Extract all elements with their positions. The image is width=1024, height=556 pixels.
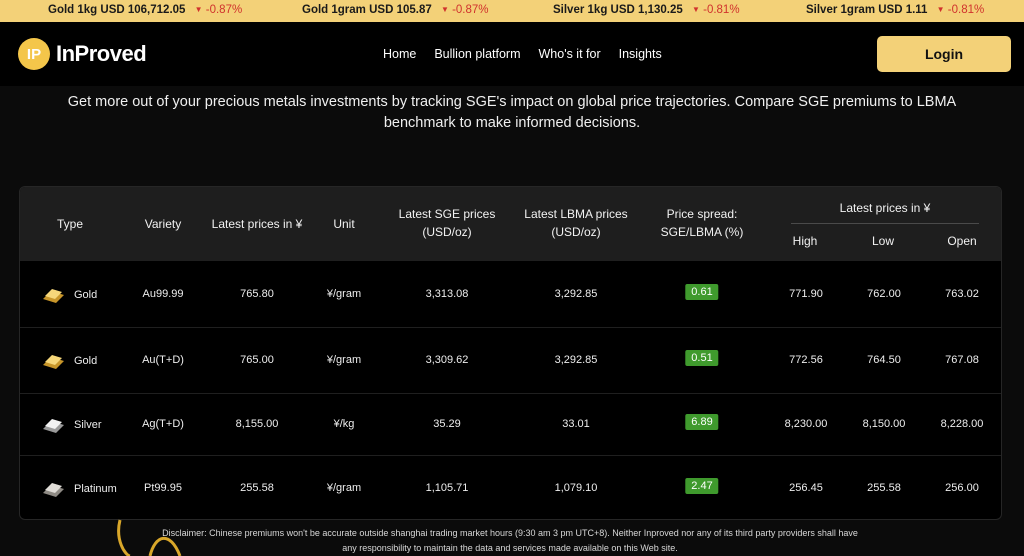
- cell-open: 256.00: [945, 482, 979, 494]
- cell-open: 763.02: [945, 288, 979, 300]
- table-row: Gold Au99.99 765.80 ¥/gram 3,313.08 3,292.85 7…: [20, 260, 1001, 327]
- cell-variety: Pt99.95: [144, 482, 182, 494]
- intro-text: Get more out of your precious metals inv…: [67, 94, 957, 131]
- header-latest-group: Latest prices in ¥: [839, 201, 931, 215]
- cell-variety: Au99.99: [142, 288, 184, 300]
- brand-name: InProved: [56, 41, 147, 66]
- disclaimer-text: Disclaimer: Chinese premiums won't be ac…: [162, 528, 858, 553]
- table-row: Silver Ag(T+D) 8,155.00 ¥/kg 35.29 33.01 8,230…: [20, 393, 1001, 455]
- cell-latest: 765.00: [240, 354, 274, 366]
- cell-open: 767.08: [945, 354, 979, 366]
- cell-low: 764.50: [867, 354, 901, 366]
- ticker-item: Gold 1gram USD 105.87 ▼ -0.87%: [302, 4, 489, 16]
- nav-home[interactable]: Home: [383, 47, 416, 61]
- spread-badge: 0.61: [685, 284, 719, 300]
- type-cell: Platinum: [40, 479, 117, 499]
- platinum-bar-icon: [43, 483, 64, 497]
- cell-sge: 3,313.08: [425, 288, 469, 300]
- cell-lbma: 3,292.85: [554, 354, 598, 366]
- gold-bar-icon: [43, 289, 64, 303]
- cell-low: 255.58: [867, 482, 901, 494]
- price-ticker: Gold 1kg USD 106,712.05 ▼ -0.87% Gold 1g…: [0, 0, 1024, 22]
- cell-unit: ¥/gram: [326, 354, 362, 366]
- metal-type: Silver: [74, 419, 102, 431]
- metal-type: Gold: [74, 355, 98, 367]
- cell-variety: Au(T+D): [142, 354, 184, 366]
- spread-cell: 2.47: [685, 478, 719, 494]
- cell-lbma: 1,079.10: [554, 482, 598, 494]
- spread-badge: 2.47: [685, 478, 719, 494]
- cell-lbma: 33.01: [562, 418, 590, 430]
- cell-latest: 255.58: [240, 482, 274, 494]
- cell-high: 772.56: [789, 354, 823, 366]
- header-low: Low: [871, 234, 894, 248]
- cell-low: 762.00: [867, 288, 901, 300]
- main-nav: Home Bullion platform Who's it for Insig…: [383, 47, 680, 61]
- cell-sge: 3,309.62: [425, 354, 469, 366]
- header-sge: Latest SGE prices (USD/oz): [398, 207, 496, 239]
- cell-latest: 765.80: [240, 288, 274, 300]
- spread-cell: 0.51: [685, 350, 719, 366]
- header-open: Open: [947, 234, 977, 248]
- header-high: High: [792, 234, 818, 248]
- table-row: Gold Au(T+D) 765.00 ¥/gram 3,309.62 3,292.85 7…: [20, 327, 1001, 393]
- table-header: Type Variety Latest prices in ¥ Unit Lat…: [20, 187, 1001, 261]
- brand-logo[interactable]: IP InProved: [18, 38, 147, 70]
- cell-high: 256.45: [789, 482, 823, 494]
- prices-table: Type Variety Latest prices in ¥ Unit Lat…: [19, 186, 1002, 520]
- type-cell: Silver: [40, 415, 102, 435]
- spread-cell: 6.89: [685, 414, 719, 430]
- spread-badge: 6.89: [685, 414, 719, 430]
- type-cell: Gold: [40, 351, 97, 371]
- ticker-item: Silver 1gram USD 1.11 ▼ -0.81%: [806, 4, 985, 16]
- silver-bar-icon: [43, 419, 64, 433]
- site-header: IP InProved Home Bullion platform Who's …: [0, 22, 1024, 86]
- down-arrow-icon: ▼: [691, 5, 700, 14]
- ticker-item: Gold 1kg USD 106,712.05 ▼ -0.87%: [48, 4, 243, 16]
- cell-unit: ¥/kg: [333, 418, 355, 430]
- cell-open: 8,228.00: [940, 418, 984, 430]
- header-variety: Variety: [144, 217, 182, 231]
- header-spread: Price spread: SGE/LBMA (%): [660, 207, 744, 239]
- header-lbma: Latest LBMA prices (USD/oz): [524, 207, 628, 239]
- cell-unit: ¥/gram: [326, 482, 362, 494]
- nav-insights[interactable]: Insights: [619, 47, 662, 61]
- cell-latest: 8,155.00: [235, 418, 279, 430]
- cell-sge: 35.29: [433, 418, 461, 430]
- cell-high: 771.90: [789, 288, 823, 300]
- type-cell: Gold: [40, 285, 97, 305]
- cell-sge: 1,105.71: [425, 482, 469, 494]
- logo-mark-icon: IP: [18, 38, 50, 70]
- cell-unit: ¥/gram: [326, 288, 362, 300]
- down-arrow-icon: ▼: [440, 5, 449, 14]
- down-arrow-icon: ▼: [194, 5, 203, 14]
- metal-type: Platinum: [74, 483, 117, 495]
- login-button[interactable]: Login: [877, 36, 1011, 72]
- header-type: Type: [56, 217, 83, 231]
- cell-variety: Ag(T+D): [142, 418, 184, 430]
- header-unit: Unit: [333, 217, 355, 231]
- down-arrow-icon: ▼: [936, 5, 945, 14]
- ticker-item: Silver 1kg USD 1,130.25 ▼ -0.81%: [553, 4, 740, 16]
- header-latest-cny: Latest prices in ¥: [211, 217, 303, 231]
- gold-bar-icon: [43, 355, 64, 369]
- header-divider: [791, 223, 979, 224]
- nav-bullion-platform[interactable]: Bullion platform: [434, 47, 520, 61]
- spread-badge: 0.51: [685, 350, 719, 366]
- cell-high: 8,230.00: [784, 418, 828, 430]
- spread-cell: 0.61: [685, 284, 719, 300]
- cell-low: 8,150.00: [862, 418, 906, 430]
- nav-whos-it-for[interactable]: Who's it for: [539, 47, 601, 61]
- cell-lbma: 3,292.85: [554, 288, 598, 300]
- metal-type: Gold: [74, 289, 98, 301]
- table-row: Platinum Pt99.95 255.58 ¥/gram 1,105.71 1,079…: [20, 455, 1001, 519]
